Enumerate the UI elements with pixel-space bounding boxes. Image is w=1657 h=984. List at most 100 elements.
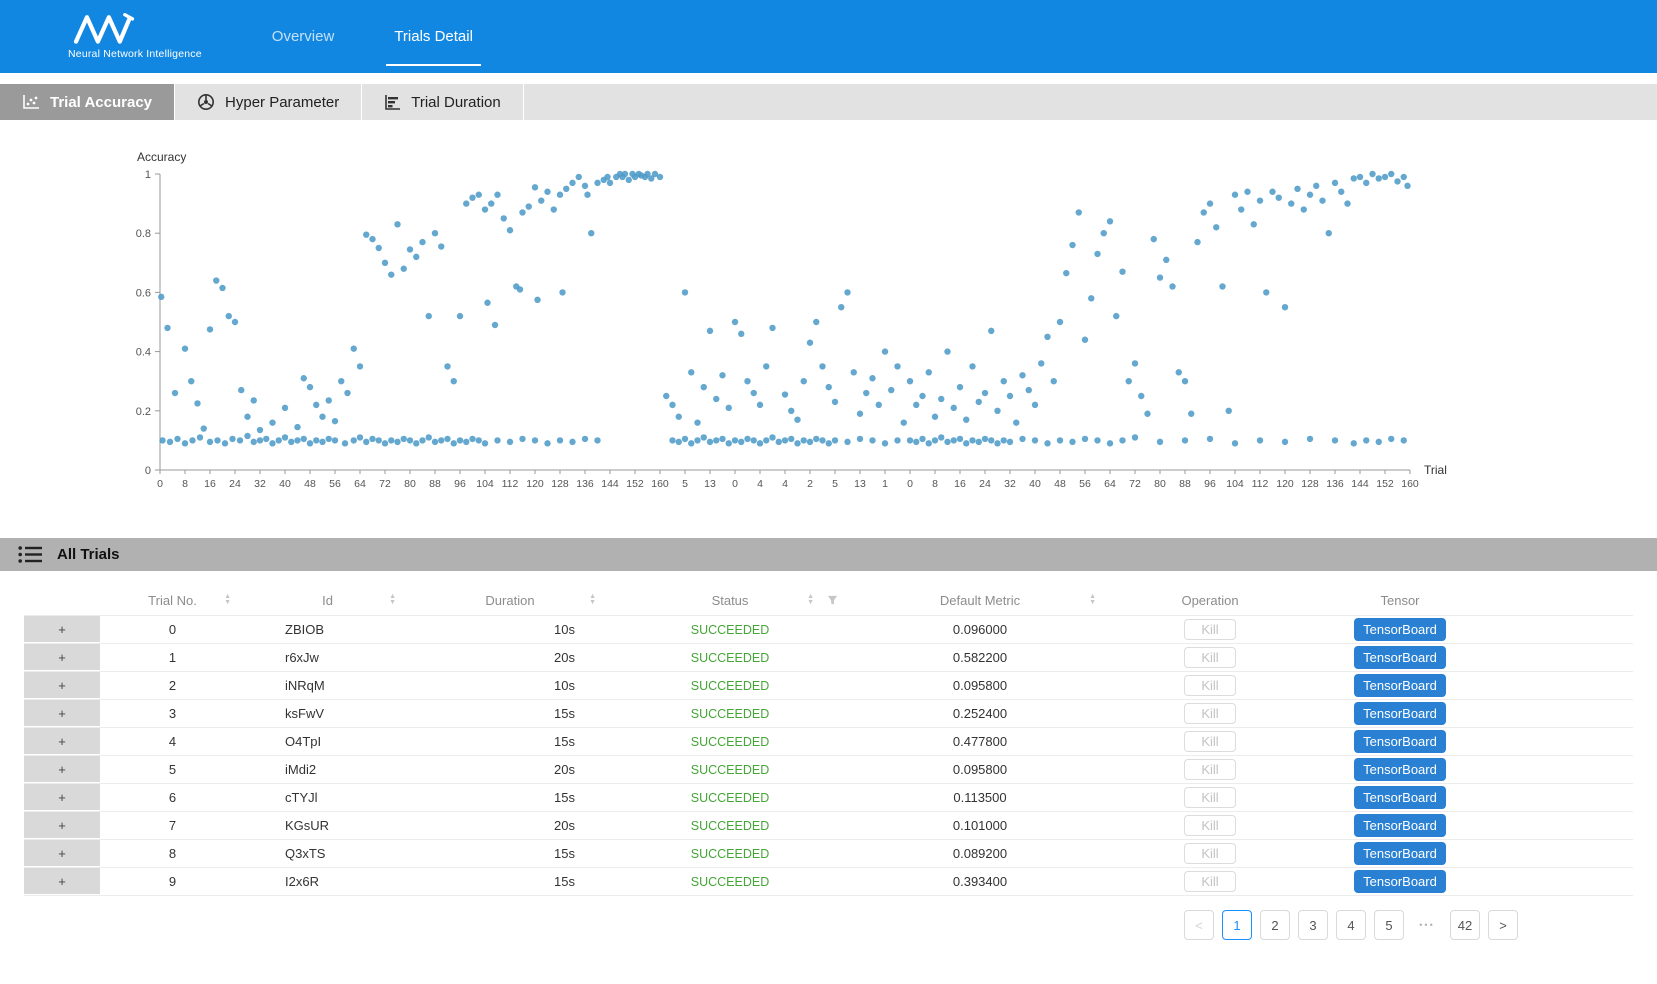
- table-row: +1r6xJw20sSUCCEEDED0.582200KillTensorBoa…: [24, 644, 1633, 672]
- svg-text:160: 160: [1401, 478, 1419, 490]
- trial-id-cell: KGsUR: [245, 812, 410, 839]
- chart-tabstrip: Trial Accuracy Hyper Parameter Trial Dur…: [0, 84, 1657, 120]
- kill-button[interactable]: Kill: [1184, 731, 1235, 752]
- kill-button[interactable]: Kill: [1184, 647, 1235, 668]
- kill-button[interactable]: Kill: [1184, 759, 1235, 780]
- kill-button[interactable]: Kill: [1184, 703, 1235, 724]
- tensorboard-button[interactable]: TensorBoard: [1354, 646, 1446, 669]
- svg-text:24: 24: [979, 478, 991, 490]
- expand-row-button[interactable]: +: [24, 616, 100, 643]
- column-header-duration: Duration ▲▼: [410, 585, 610, 615]
- duration-cell: 20s: [410, 812, 610, 839]
- status-cell: SUCCEEDED: [610, 868, 850, 895]
- list-icon: [18, 545, 42, 564]
- pagination: <12345•••42>: [0, 910, 1518, 940]
- expand-row-button[interactable]: +: [24, 784, 100, 811]
- svg-text:112: 112: [502, 478, 519, 490]
- tab-trial-accuracy[interactable]: Trial Accuracy: [0, 84, 175, 120]
- sort-icon[interactable]: ▲▼: [1089, 594, 1096, 606]
- nav-item-overview[interactable]: Overview: [242, 0, 365, 73]
- expand-row-button[interactable]: +: [24, 672, 100, 699]
- tensorboard-button[interactable]: TensorBoard: [1354, 618, 1446, 641]
- table-row: +0ZBIOB10sSUCCEEDED0.096000KillTensorBoa…: [24, 616, 1633, 644]
- page-button-1[interactable]: 1: [1222, 910, 1252, 940]
- page-button-3[interactable]: 3: [1298, 910, 1328, 940]
- page-button-2[interactable]: 2: [1260, 910, 1290, 940]
- svg-text:4: 4: [757, 478, 763, 490]
- svg-text:72: 72: [1129, 478, 1141, 490]
- default-metric-cell: 0.477800: [850, 728, 1110, 755]
- svg-text:136: 136: [1326, 478, 1344, 490]
- tensorboard-button[interactable]: TensorBoard: [1354, 730, 1446, 753]
- svg-text:5: 5: [832, 478, 838, 490]
- tensorboard-button[interactable]: TensorBoard: [1354, 786, 1446, 809]
- page-button-42[interactable]: 42: [1450, 910, 1480, 940]
- svg-text:13: 13: [704, 478, 716, 490]
- tensorboard-button[interactable]: TensorBoard: [1354, 758, 1446, 781]
- kill-button[interactable]: Kill: [1184, 815, 1235, 836]
- kill-button[interactable]: Kill: [1184, 787, 1235, 808]
- svg-text:0: 0: [907, 478, 913, 490]
- svg-text:0.6: 0.6: [136, 287, 151, 299]
- top-navbar: Neural Network Intelligence Overview Tri…: [0, 0, 1657, 73]
- accuracy-scatter-chart[interactable]: 00.20.40.60.8108162432404856647280889610…: [115, 160, 1515, 505]
- status-cell: SUCCEEDED: [610, 700, 850, 727]
- trial-id-cell: iMdi2: [245, 756, 410, 783]
- tensorboard-button[interactable]: TensorBoard: [1354, 814, 1446, 837]
- svg-text:4: 4: [782, 478, 788, 490]
- tab-trial-duration[interactable]: Trial Duration: [362, 84, 523, 120]
- trial-id-cell: cTYJl: [245, 784, 410, 811]
- duration-cell: 20s: [410, 644, 610, 671]
- column-header-id: Id ▲▼: [245, 585, 410, 615]
- trial-id-cell: Q3xTS: [245, 840, 410, 867]
- next-page-button[interactable]: >: [1488, 910, 1518, 940]
- trial-id-cell: ksFwV: [245, 700, 410, 727]
- trial-id-cell: I2x6R: [245, 868, 410, 895]
- tensorboard-button[interactable]: TensorBoard: [1354, 702, 1446, 725]
- svg-text:0.8: 0.8: [136, 228, 151, 240]
- expand-row-button[interactable]: +: [24, 868, 100, 895]
- status-cell: SUCCEEDED: [610, 672, 850, 699]
- expand-row-button[interactable]: +: [24, 644, 100, 671]
- sort-icon[interactable]: ▲▼: [807, 594, 814, 606]
- svg-text:104: 104: [476, 478, 494, 490]
- nav-item-trials-detail[interactable]: Trials Detail: [364, 0, 503, 73]
- page-button-4[interactable]: 4: [1336, 910, 1366, 940]
- all-trials-title: All Trials: [57, 546, 120, 563]
- expand-row-button[interactable]: +: [24, 840, 100, 867]
- page-button-5[interactable]: 5: [1374, 910, 1404, 940]
- sort-icon[interactable]: ▲▼: [389, 594, 396, 606]
- tab-label: Trial Accuracy: [50, 94, 152, 111]
- svg-text:40: 40: [1029, 478, 1041, 490]
- all-trials-header-bar: All Trials: [0, 538, 1657, 571]
- tab-label: Trial Duration: [411, 94, 500, 111]
- filter-icon[interactable]: [827, 595, 838, 606]
- prev-page-button[interactable]: <: [1184, 910, 1214, 940]
- sort-icon[interactable]: ▲▼: [589, 594, 596, 606]
- sort-icon[interactable]: ▲▼: [224, 594, 231, 606]
- kill-button[interactable]: Kill: [1184, 619, 1235, 640]
- trial-no-cell: 4: [100, 728, 245, 755]
- trial-no-cell: 9: [100, 868, 245, 895]
- default-metric-cell: 0.393400: [850, 868, 1110, 895]
- svg-text:1: 1: [882, 478, 888, 490]
- duration-cell: 15s: [410, 784, 610, 811]
- expand-row-button[interactable]: +: [24, 812, 100, 839]
- svg-text:40: 40: [279, 478, 291, 490]
- expand-row-button[interactable]: +: [24, 700, 100, 727]
- tensorboard-button[interactable]: TensorBoard: [1354, 870, 1446, 893]
- kill-button[interactable]: Kill: [1184, 871, 1235, 892]
- table-row: +7KGsUR20sSUCCEEDED0.101000KillTensorBoa…: [24, 812, 1633, 840]
- tensorboard-button[interactable]: TensorBoard: [1354, 674, 1446, 697]
- svg-text:0: 0: [732, 478, 738, 490]
- kill-button[interactable]: Kill: [1184, 675, 1235, 696]
- accuracy-chart-section: Accuracy 00.20.40.60.8108162432404856647…: [0, 120, 1657, 538]
- tensorboard-button[interactable]: TensorBoard: [1354, 842, 1446, 865]
- column-label: Duration: [485, 593, 534, 608]
- tab-hyper-parameter[interactable]: Hyper Parameter: [175, 84, 362, 120]
- kill-button[interactable]: Kill: [1184, 843, 1235, 864]
- expand-row-button[interactable]: +: [24, 756, 100, 783]
- svg-text:8: 8: [932, 478, 938, 490]
- svg-text:112: 112: [1252, 478, 1269, 490]
- expand-row-button[interactable]: +: [24, 728, 100, 755]
